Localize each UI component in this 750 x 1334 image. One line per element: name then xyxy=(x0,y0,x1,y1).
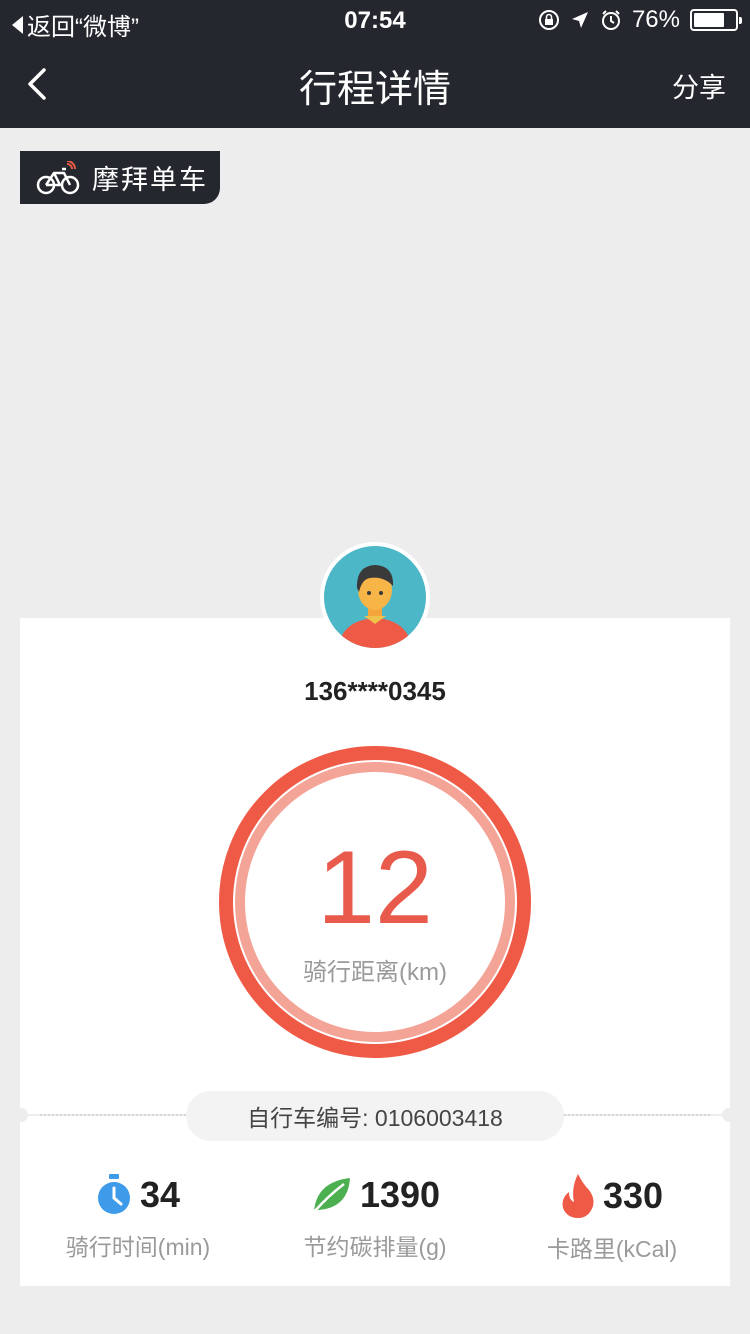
stopwatch-icon xyxy=(97,1174,130,1214)
battery-fill xyxy=(694,13,725,27)
user-phone: 136****0345 xyxy=(304,676,446,706)
stat-value: 330 xyxy=(602,1175,664,1216)
flame-icon xyxy=(562,1174,594,1218)
orientation-lock-icon xyxy=(538,10,559,30)
stat-ride-time: 34 骑行时间(min) xyxy=(20,1174,256,1262)
location-arrow-icon xyxy=(571,12,588,28)
avatar[interactable] xyxy=(320,542,430,652)
leaf-icon xyxy=(313,1178,350,1213)
alarm-icon xyxy=(601,10,620,30)
battery-icon xyxy=(690,9,742,31)
user-avatar-icon xyxy=(324,546,426,648)
stat-label: 骑行时间(min) xyxy=(65,1234,211,1260)
status-bar: 返回“微博” 07:54 76% xyxy=(0,0,750,41)
stat-value: 1390 xyxy=(359,1174,441,1215)
ticket-notch-right xyxy=(722,1108,736,1122)
bike-id-text: 自行车编号: 0106003418 xyxy=(247,1105,503,1131)
battery-percent: 76% xyxy=(631,6,680,33)
status-icons: 76% xyxy=(538,6,742,34)
share-button[interactable]: 分享 xyxy=(672,66,726,105)
bike-id-badge: 自行车编号: 0106003418 xyxy=(186,1091,564,1141)
stat-calories: 330 卡路里(kCal) xyxy=(494,1174,730,1264)
ticket-notch-left xyxy=(14,1108,28,1122)
distance-value: 12 xyxy=(317,830,433,946)
stat-label: 卡路里(kCal) xyxy=(546,1236,678,1262)
brand-name: 摩拜单车 xyxy=(92,165,208,195)
navigation-bar: 行程详情 分享 xyxy=(0,40,750,128)
brand-tag: 摩拜单车 xyxy=(20,151,220,204)
stat-value: 34 xyxy=(139,1174,181,1215)
bicycle-icon xyxy=(36,160,80,194)
page-title: 行程详情 xyxy=(298,69,451,111)
distance-label: 骑行距离(km) xyxy=(303,959,447,986)
stat-carbon-saved: 1390 节约碳排量(g) xyxy=(257,1174,493,1262)
stat-label: 节约碳排量(g) xyxy=(303,1234,447,1260)
